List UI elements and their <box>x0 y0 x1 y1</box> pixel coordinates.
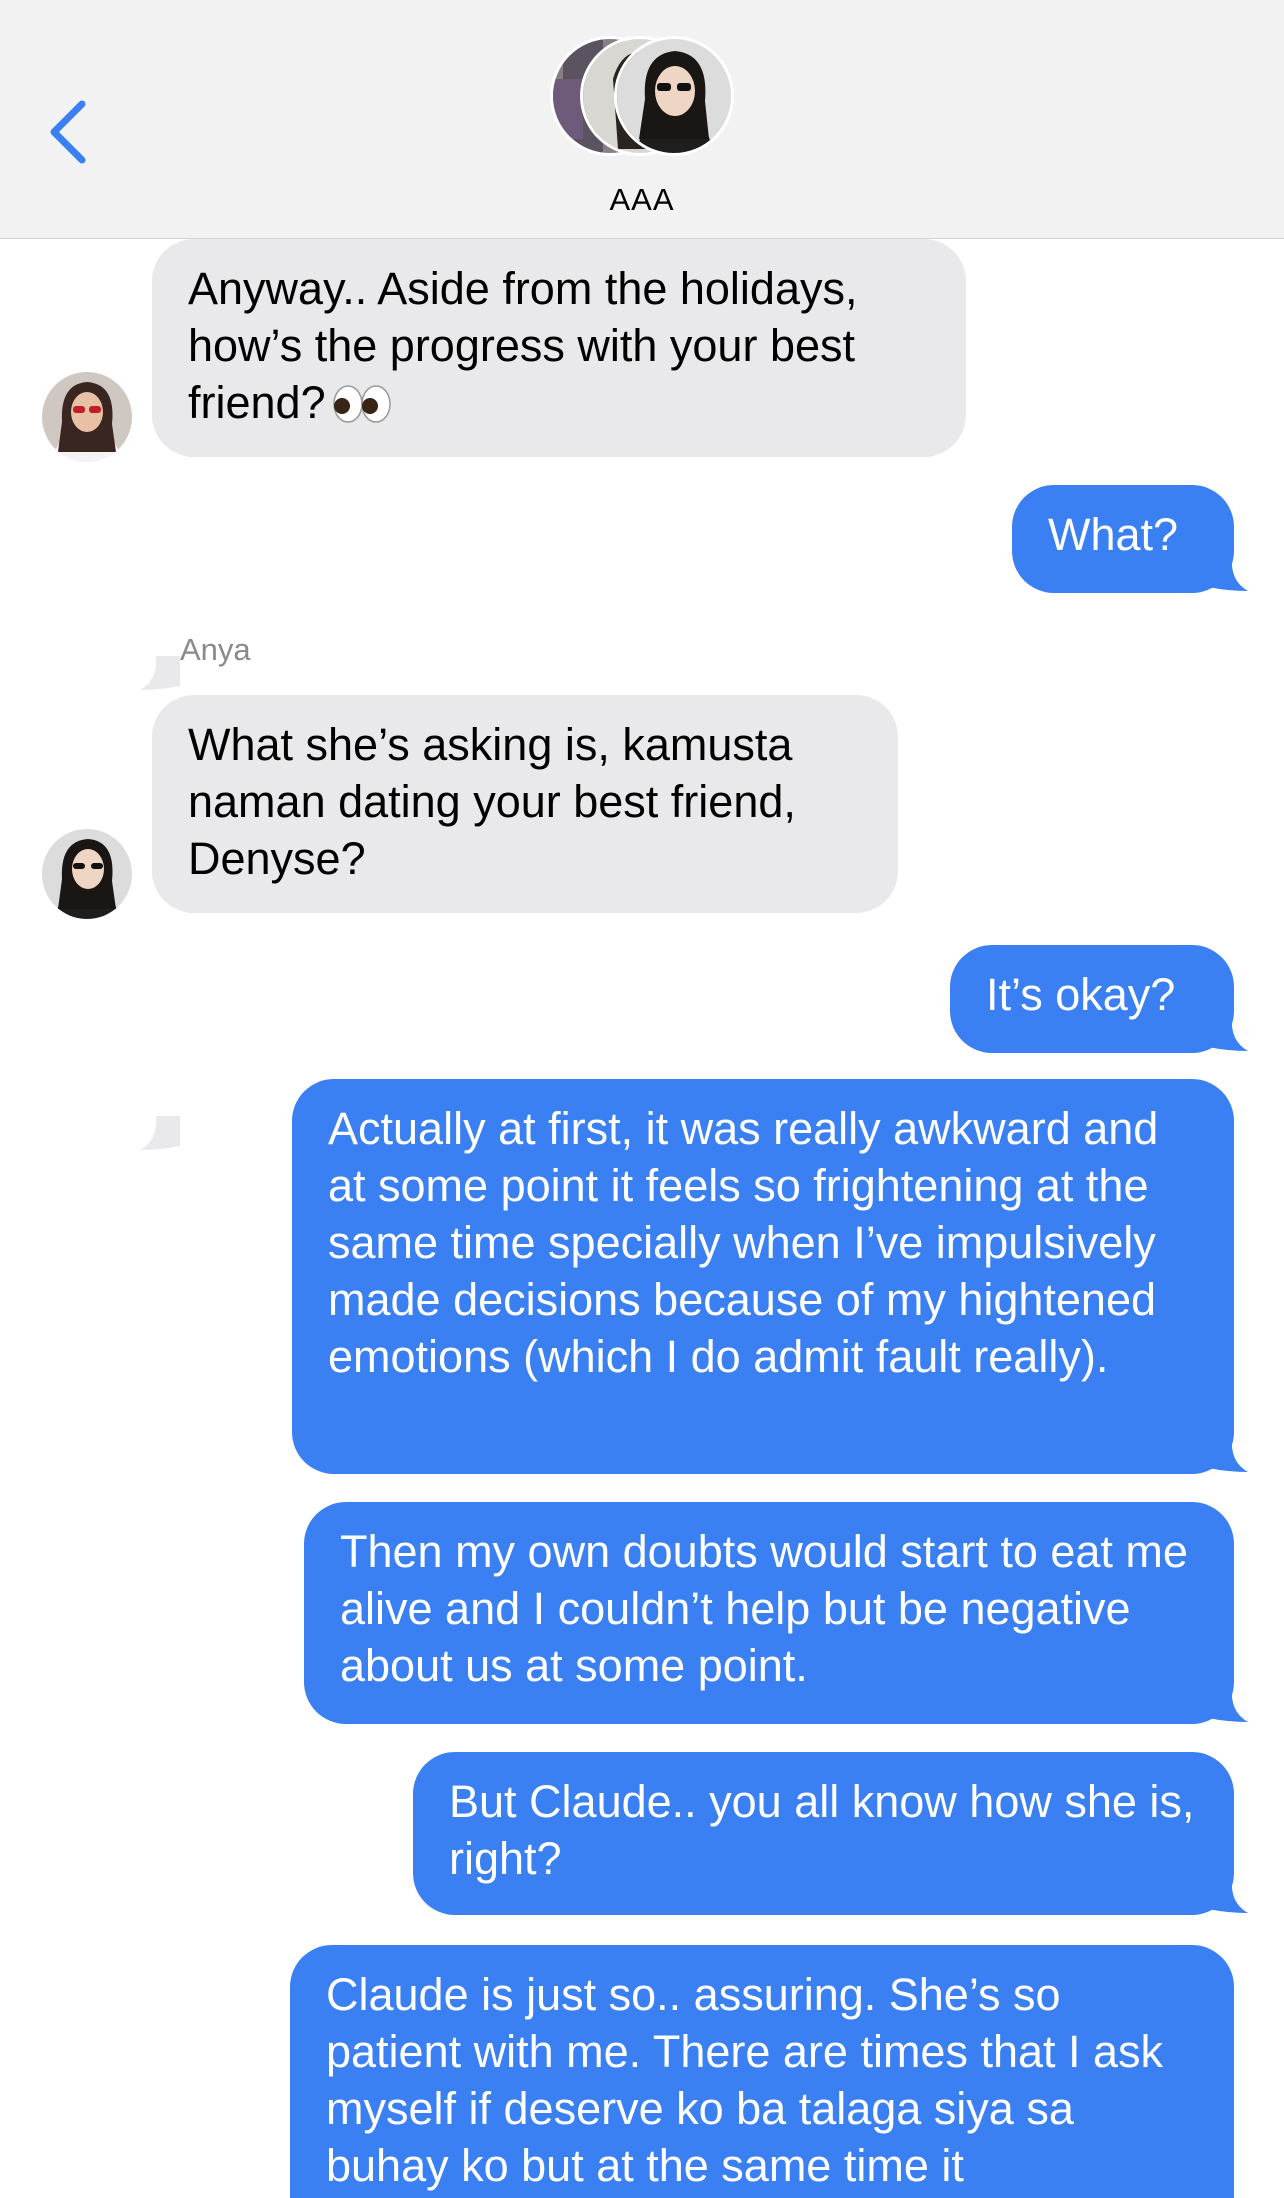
message-text: Claude is just so.. assuring. She’s so p… <box>326 1969 1164 2191</box>
chevron-left-icon <box>50 100 86 164</box>
bubble-tail <box>1208 1017 1248 1051</box>
message-bubble-incoming[interactable]: Anyway.. Aside from the holidays, how’s … <box>152 239 966 457</box>
sender-avatar[interactable] <box>42 829 132 919</box>
bubble-tail <box>1208 1879 1248 1913</box>
message-text: It’s okay? <box>986 969 1176 1020</box>
bubble-tail <box>1208 1688 1248 1722</box>
message-bubble-outgoing[interactable]: What? <box>1012 485 1234 593</box>
message-text: What? <box>1048 509 1179 560</box>
message-bubble-outgoing[interactable]: Actually at first, it was really awkward… <box>292 1079 1234 1474</box>
message-list[interactable]: Anyway.. Aside from the holidays, how’s … <box>0 239 1284 2198</box>
message-bubble-outgoing[interactable]: Then my own doubts would start to eat me… <box>304 1502 1234 1724</box>
bubble-tail <box>140 1116 180 1150</box>
message-bubble-outgoing[interactable]: But Claude.. you all know how she is, ri… <box>413 1752 1234 1915</box>
bubble-tail <box>1208 1438 1248 1472</box>
message-text: Then my own doubts would start to eat me… <box>340 1526 1188 1691</box>
message-text: Actually at first, it was really awkward… <box>328 1103 1159 1382</box>
message-bubble-outgoing[interactable]: Claude is just so.. assuring. She’s so p… <box>290 1945 1234 2198</box>
eyes-emoji-icon <box>332 380 392 437</box>
group-avatar-3 <box>614 36 734 156</box>
group-avatar-stack[interactable] <box>550 36 735 160</box>
bubble-tail <box>1208 557 1248 591</box>
bubble-tail <box>140 656 180 690</box>
sender-avatar[interactable] <box>42 372 132 462</box>
group-name[interactable]: AAA <box>0 182 1284 218</box>
message-text: Anyway.. Aside from the holidays, how’s … <box>188 263 858 428</box>
message-text: But Claude.. you all know how she is, ri… <box>449 1776 1195 1884</box>
back-button[interactable] <box>44 96 96 168</box>
sender-name: Anya <box>180 632 251 667</box>
message-text: What she’s asking is, kamusta naman dati… <box>188 719 796 884</box>
message-bubble-incoming[interactable]: What she’s asking is, kamusta naman dati… <box>152 695 898 913</box>
chat-header: AAA <box>0 0 1284 239</box>
message-bubble-outgoing[interactable]: It’s okay? <box>950 945 1234 1053</box>
